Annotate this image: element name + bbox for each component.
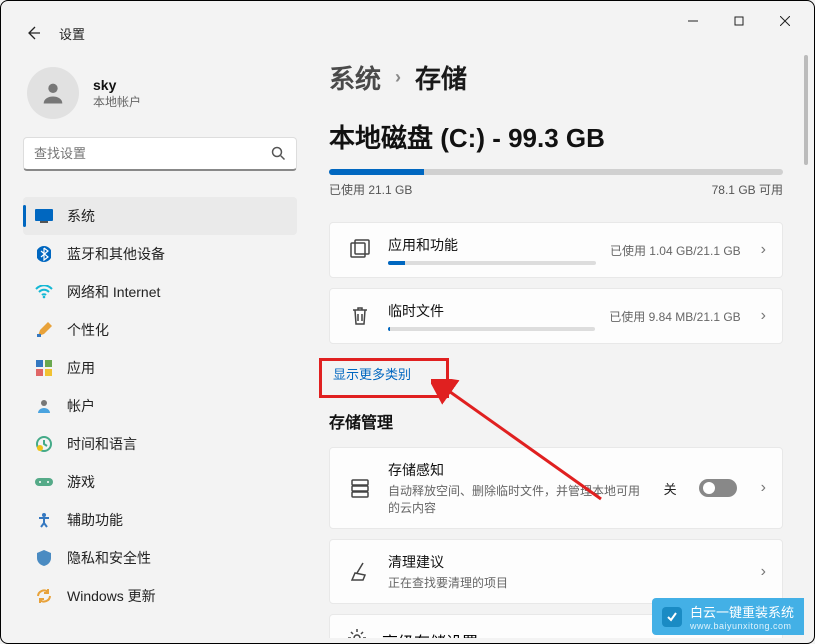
cleanup-card[interactable]: 清理建议 正在查找要清理的项目 ›: [329, 539, 783, 604]
storage-sense-icon: [346, 474, 374, 502]
breadcrumb: 系统 › 存储: [329, 59, 794, 96]
search-box[interactable]: [23, 137, 297, 171]
disk-title: 本地磁盘 (C:) - 99.3 GB: [329, 118, 794, 155]
breadcrumb-current: 存储: [415, 59, 467, 96]
update-icon: [35, 587, 53, 605]
category-temp[interactable]: 临时文件 已使用 9.84 MB/21.1 GB ›: [329, 288, 783, 344]
titlebar: [1, 1, 814, 41]
nav-item-accounts[interactable]: 帐户: [23, 387, 297, 425]
back-button[interactable]: [23, 23, 43, 43]
chevron-right-icon: ›: [761, 241, 766, 259]
watermark: 白云一键重装系统 www.baiyunxitong.com: [652, 598, 804, 635]
shield-icon: [35, 549, 53, 567]
card-title: 高级存储设置: [382, 629, 478, 639]
gear-icon: [346, 627, 368, 638]
storage-sense-card[interactable]: 存储感知 自动释放空间、删除临时文件，并管理本地可用的云内容 关 ›: [329, 447, 783, 529]
show-more-categories-link[interactable]: 显示更多类别: [329, 358, 415, 389]
nav-label: 个性化: [67, 320, 109, 340]
search-icon: [271, 146, 286, 161]
category-bar: [388, 261, 596, 265]
user-block[interactable]: sky 本地帐户: [23, 61, 297, 137]
nav-item-network[interactable]: 网络和 Internet: [23, 273, 297, 311]
nav-label: 隐私和安全性: [67, 548, 151, 568]
nav-item-personalization[interactable]: 个性化: [23, 311, 297, 349]
brush-icon: [35, 321, 53, 339]
nav: 系统 蓝牙和其他设备 网络和 Internet 个性化 应用 帐户 时间和语言 …: [23, 197, 297, 615]
nav-label: 帐户: [67, 396, 95, 416]
storage-sense-toggle[interactable]: [699, 479, 737, 497]
nav-item-privacy[interactable]: 隐私和安全性: [23, 539, 297, 577]
app-title: 设置: [59, 24, 85, 43]
gamepad-icon: [35, 473, 53, 491]
card-title: 存储感知: [388, 460, 650, 480]
watermark-text: 白云一键重装系统: [690, 605, 794, 620]
nav-item-gaming[interactable]: 游戏: [23, 463, 297, 501]
close-button[interactable]: [762, 5, 808, 37]
card-description: 自动释放空间、删除临时文件，并管理本地可用的云内容: [388, 482, 650, 516]
watermark-icon: [662, 607, 682, 627]
broom-icon: [346, 558, 374, 586]
category-title: 应用和功能: [388, 235, 596, 255]
category-title: 临时文件: [388, 301, 595, 321]
nav-label: 网络和 Internet: [67, 282, 160, 302]
category-usage: 已使用 1.04 GB/21.1 GB: [610, 242, 741, 259]
scrollbar-thumb[interactable]: [804, 55, 808, 165]
nav-label: 系统: [67, 206, 95, 226]
nav-label: 游戏: [67, 472, 95, 492]
nav-item-update[interactable]: Windows 更新: [23, 577, 297, 615]
person-icon: [35, 397, 53, 415]
minimize-button[interactable]: [670, 5, 716, 37]
accessibility-icon: [35, 511, 53, 529]
nav-item-time[interactable]: 时间和语言: [23, 425, 297, 463]
chevron-right-icon: ›: [761, 563, 766, 581]
category-usage: 已使用 9.84 MB/21.1 GB: [609, 308, 740, 325]
nav-label: 辅助功能: [67, 510, 123, 530]
maximize-button[interactable]: [716, 5, 762, 37]
watermark-url: www.baiyunxitong.com: [690, 621, 794, 631]
disk-used-label: 已使用 21.1 GB: [329, 181, 412, 198]
disk-usage-bar: [329, 169, 783, 175]
nav-label: 时间和语言: [67, 434, 137, 454]
nav-label: 蓝牙和其他设备: [67, 244, 165, 264]
apps-icon: [35, 359, 53, 377]
wifi-icon: [35, 283, 53, 301]
category-bar: [388, 327, 595, 331]
avatar: [27, 67, 79, 119]
user-type: 本地帐户: [93, 93, 141, 110]
system-icon: [35, 207, 53, 225]
nav-item-bluetooth[interactable]: 蓝牙和其他设备: [23, 235, 297, 273]
toggle-state-label: 关: [664, 479, 677, 498]
chevron-right-icon: ›: [761, 307, 766, 325]
nav-item-apps[interactable]: 应用: [23, 349, 297, 387]
bluetooth-icon: [35, 245, 53, 263]
storage-management-heading: 存储管理: [329, 409, 794, 433]
nav-label: 应用: [67, 358, 95, 378]
trash-icon: [346, 302, 374, 330]
clock-icon: [35, 435, 53, 453]
chevron-right-icon: ›: [761, 479, 766, 497]
card-title: 清理建议: [388, 552, 747, 572]
disk-free-label: 78.1 GB 可用: [712, 181, 783, 198]
search-input[interactable]: [34, 146, 271, 161]
category-apps[interactable]: 应用和功能 已使用 1.04 GB/21.1 GB ›: [329, 222, 783, 278]
card-description: 正在查找要清理的项目: [388, 574, 747, 591]
chevron-right-icon: ›: [395, 67, 401, 88]
breadcrumb-parent[interactable]: 系统: [329, 59, 381, 96]
user-name: sky: [93, 77, 141, 93]
nav-label: Windows 更新: [67, 586, 156, 606]
nav-item-accessibility[interactable]: 辅助功能: [23, 501, 297, 539]
apps-category-icon: [346, 236, 374, 264]
nav-item-system[interactable]: 系统: [23, 197, 297, 235]
